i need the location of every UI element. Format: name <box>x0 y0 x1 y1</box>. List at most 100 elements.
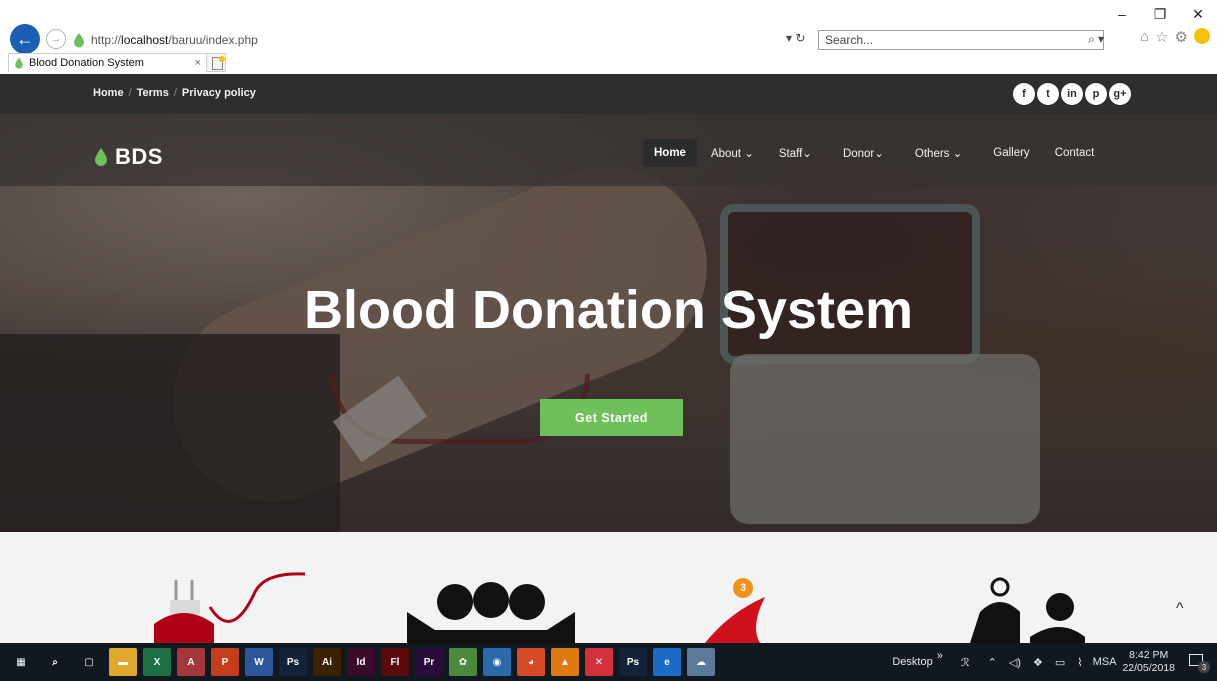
back-arrow-icon: ← <box>16 28 34 49</box>
start-icon[interactable]: ▦ <box>7 648 35 676</box>
word-icon[interactable]: W <box>245 648 273 676</box>
network-icon[interactable]: ☁ <box>687 648 715 676</box>
vlc-icon[interactable]: ▲ <box>551 648 579 676</box>
chrome-glyph: ◕ <box>527 656 535 668</box>
tab-favicon-icon <box>15 57 23 69</box>
file-explorer-glyph: ▬ <box>118 656 128 668</box>
top-link-separator: / <box>173 87 177 99</box>
top-bar: Home / Terms / Privacy policy f t in p g+ <box>0 74 1217 114</box>
home-icon[interactable]: ⌂ <box>1140 28 1149 46</box>
wifi-icon[interactable]: ⌇ <box>1077 656 1082 669</box>
address-bar[interactable]: http://localhost/baruu/index.php <box>68 30 816 50</box>
top-link-terms[interactable]: Terms <box>137 87 169 99</box>
people-icon[interactable]: ℛ <box>961 656 970 669</box>
search-glyph: ⌕ <box>52 656 58 668</box>
nav-item-donor[interactable]: Donor⌄ <box>832 138 895 168</box>
notification-badge: 3 <box>733 578 753 598</box>
internet-explorer-icon[interactable]: e <box>653 648 681 676</box>
search-icon[interactable]: ⌕ ▾ <box>1088 32 1104 47</box>
nav-item-home[interactable]: Home <box>643 139 697 167</box>
nav-item-contact[interactable]: Contact <box>1044 139 1106 167</box>
nav-item-staff[interactable]: Staff⌄ <box>768 138 823 168</box>
nav-item-gallery[interactable]: Gallery <box>982 139 1040 167</box>
file-explorer-icon[interactable]: ▬ <box>109 648 137 676</box>
premiere-icon[interactable]: Pr <box>415 648 443 676</box>
hero-title: Blood Donation System <box>303 280 914 340</box>
top-link-home[interactable]: Home <box>93 87 124 99</box>
flash-icon[interactable]: Fl <box>381 648 409 676</box>
get-started-button[interactable]: Get Started <box>540 399 683 436</box>
donors-group-icon <box>407 582 575 643</box>
paint-icon[interactable]: ✿ <box>449 648 477 676</box>
url-host: localhost <box>121 33 169 47</box>
excel-glyph: X <box>153 656 161 668</box>
browser-tab[interactable]: Blood Donation System × <box>8 53 208 72</box>
excel-icon[interactable]: X <box>143 648 171 676</box>
tab-close-icon[interactable]: × <box>195 57 201 69</box>
top-links: Home / Terms / Privacy policy <box>93 87 256 99</box>
facebook-icon[interactable]: f <box>1013 83 1035 105</box>
photoshop-icon[interactable]: Ps <box>279 648 307 676</box>
xampp-icon[interactable]: ✕ <box>585 648 613 676</box>
powerpoint-icon[interactable]: P <box>211 648 239 676</box>
nav-item-about[interactable]: About ⌄ <box>700 138 765 168</box>
task-view-icon[interactable]: ▢ <box>75 648 103 676</box>
url-prefix: http:// <box>91 33 122 47</box>
flash-glyph: Fl <box>390 656 400 668</box>
search-icon[interactable]: ⌕ <box>41 648 69 676</box>
powerpoint-glyph: P <box>221 656 229 668</box>
chrome-icon[interactable]: ◕ <box>517 648 545 676</box>
forward-button[interactable]: → <box>46 29 66 49</box>
brand-logo[interactable]: BDS <box>93 144 163 170</box>
windows-taskbar: ▦ ⌕ ▢ ▬ X A P W Ps Ai Id Fl Pr ✿ ◉ ◕ ▲ ✕ Ps e ☁ Desktop » ℛ … <box>0 643 1217 681</box>
volume-icon[interactable]: ◁) <box>1009 656 1021 669</box>
favorites-star-icon[interactable]: ☆ <box>1155 28 1168 46</box>
clock-time: 8:42 PM <box>1129 649 1169 661</box>
features-section: 3 ^ <box>0 532 1217 643</box>
nav-item-others[interactable]: Others ⌄ <box>904 138 973 168</box>
google-plus-icon[interactable]: g+ <box>1109 83 1131 105</box>
dropbox-icon[interactable]: ❖ <box>1033 656 1043 669</box>
illustrator-glyph: Ai <box>322 656 332 668</box>
illustrator-icon[interactable]: Ai <box>313 648 341 676</box>
indesign-icon[interactable]: Id <box>347 648 375 676</box>
premiere-glyph: Pr <box>423 656 435 668</box>
access-icon[interactable]: A <box>177 648 205 676</box>
twitter-icon[interactable]: t <box>1037 83 1059 105</box>
restore-button[interactable]: ❐ <box>1141 0 1179 28</box>
back-button[interactable]: ← <box>10 24 40 54</box>
battery-icon[interactable]: ▭ <box>1055 656 1065 669</box>
site-favicon-icon <box>74 33 84 48</box>
toolbar-icons: ⌂ ☆ ⚙ <box>1140 28 1210 46</box>
desktop-chevron-icon[interactable]: » <box>937 650 943 662</box>
network-app-glyph: ◉ <box>492 656 502 668</box>
nav-menu: Home About ⌄ Staff⌄ Donor⌄ Others ⌄ Gall… <box>643 138 1108 168</box>
close-window-button[interactable]: ✕ <box>1179 0 1217 28</box>
photoshop2-icon[interactable]: Ps <box>619 648 647 676</box>
up-arrow-icon[interactable]: ⌃ <box>988 656 997 669</box>
search-input[interactable]: Search... <box>818 30 1104 50</box>
system-tray: Desktop » ℛ ⌃ ◁) ❖ ▭ ⌇ MSA 8:42 PM 22/05… <box>892 643 1217 681</box>
input-language[interactable]: MSA <box>1093 656 1117 668</box>
word-glyph: W <box>254 656 264 668</box>
blood-drop-icon <box>95 148 107 166</box>
feedback-smiley-icon[interactable] <box>1193 28 1210 44</box>
back-to-top-button[interactable]: ^ <box>1176 600 1184 618</box>
new-tab-button[interactable] <box>206 53 226 72</box>
forward-arrow-icon: → <box>50 33 62 45</box>
start-glyph: ▦ <box>16 656 26 668</box>
pinterest-icon[interactable]: p <box>1085 83 1107 105</box>
vlc-glyph: ▲ <box>560 656 570 668</box>
notifications-icon[interactable]: 3 <box>1189 653 1210 673</box>
brand-name: BDS <box>115 144 163 169</box>
clock[interactable]: 8:42 PM 22/05/2018 <box>1122 649 1175 675</box>
settings-gear-icon[interactable]: ⚙ <box>1175 28 1188 46</box>
photoshop-glyph: Ps <box>286 656 300 668</box>
main-navbar: BDS Home About ⌄ Staff⌄ Donor⌄ Others ⌄ … <box>0 114 1217 186</box>
network-app-icon[interactable]: ◉ <box>483 648 511 676</box>
refresh-button[interactable]: ▾ ↻ <box>786 31 805 45</box>
linkedin-icon[interactable]: in <box>1061 83 1083 105</box>
top-link-privacy[interactable]: Privacy policy <box>182 87 256 99</box>
desktop-toolbar[interactable]: Desktop <box>892 656 932 668</box>
minimize-button[interactable]: – <box>1103 0 1141 28</box>
